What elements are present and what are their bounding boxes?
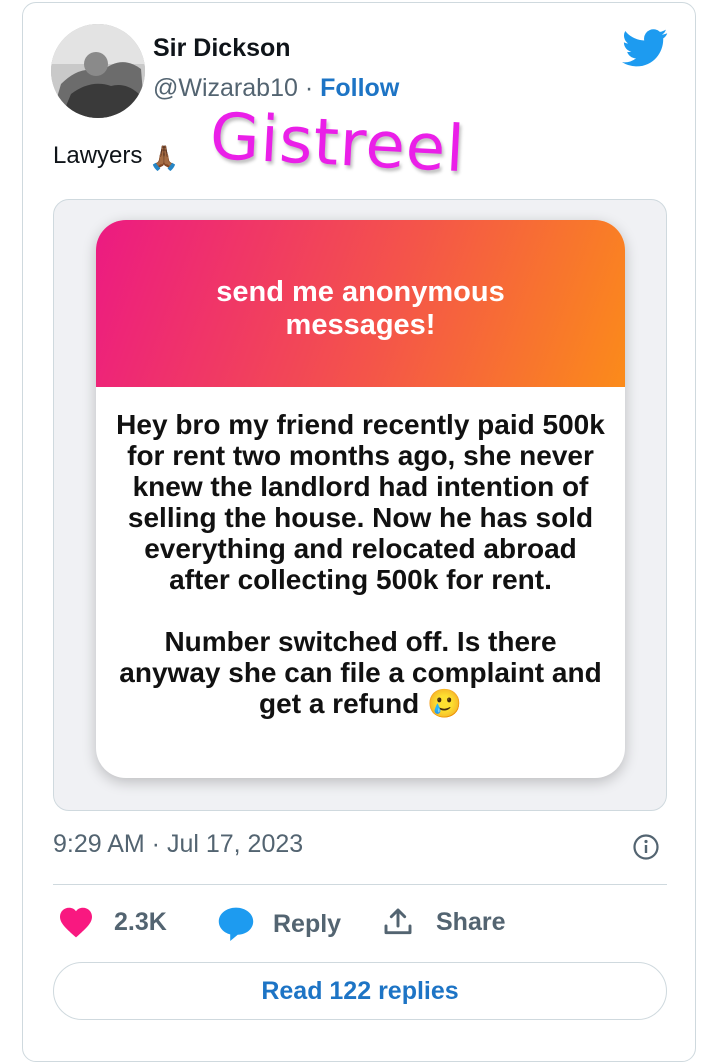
card-header: send me anonymous messages! [96, 220, 625, 387]
info-icon[interactable] [632, 833, 660, 861]
like-count: 2.3K [114, 907, 167, 936]
reply-button[interactable]: Reply [217, 906, 341, 942]
display-name[interactable]: Sir Dickson [153, 34, 291, 63]
media-frame[interactable]: send me anonymous messages! Hey bro my f… [53, 199, 667, 811]
heart-icon [60, 907, 92, 938]
share-icon [384, 908, 412, 935]
tweet-text: Lawyers [53, 142, 143, 169]
read-replies-button[interactable]: Read 122 replies [53, 962, 667, 1020]
avatar[interactable] [51, 24, 145, 118]
reply-label: Reply [273, 909, 342, 938]
message-paragraph-2: Number switched off. Is there anyway she… [119, 626, 602, 719]
handle-row: @Wizarab10 · Follow [153, 74, 399, 103]
card-header-text: send me anonymous messages! [216, 275, 505, 341]
like-button[interactable]: 2.3K [58, 906, 167, 938]
tweet-timestamp[interactable]: 9:29 AM · Jul 17, 2023 [53, 830, 303, 859]
reply-bubble-icon [218, 907, 254, 942]
anonymous-message-card: send me anonymous messages! Hey bro my f… [96, 220, 625, 778]
praying-hands-emoji: 🙏🏾 [149, 145, 179, 172]
twitter-bird-icon[interactable] [622, 28, 668, 68]
tweet-text-row: Lawyers 🙏🏾 [53, 142, 179, 173]
avatar-image [51, 24, 145, 118]
share-button[interactable]: Share [382, 906, 505, 938]
follow-button[interactable]: Follow [320, 74, 399, 102]
divider [53, 884, 667, 885]
message-body: Hey bro my friend recently paid 500k for… [96, 387, 625, 719]
message-paragraph-1: Hey bro my friend recently paid 500k for… [116, 409, 605, 595]
share-label: Share [436, 907, 506, 936]
separator-dot: · [304, 74, 314, 102]
watermark: Gistreel [208, 100, 467, 188]
user-handle[interactable]: @Wizarab10 [153, 74, 298, 102]
